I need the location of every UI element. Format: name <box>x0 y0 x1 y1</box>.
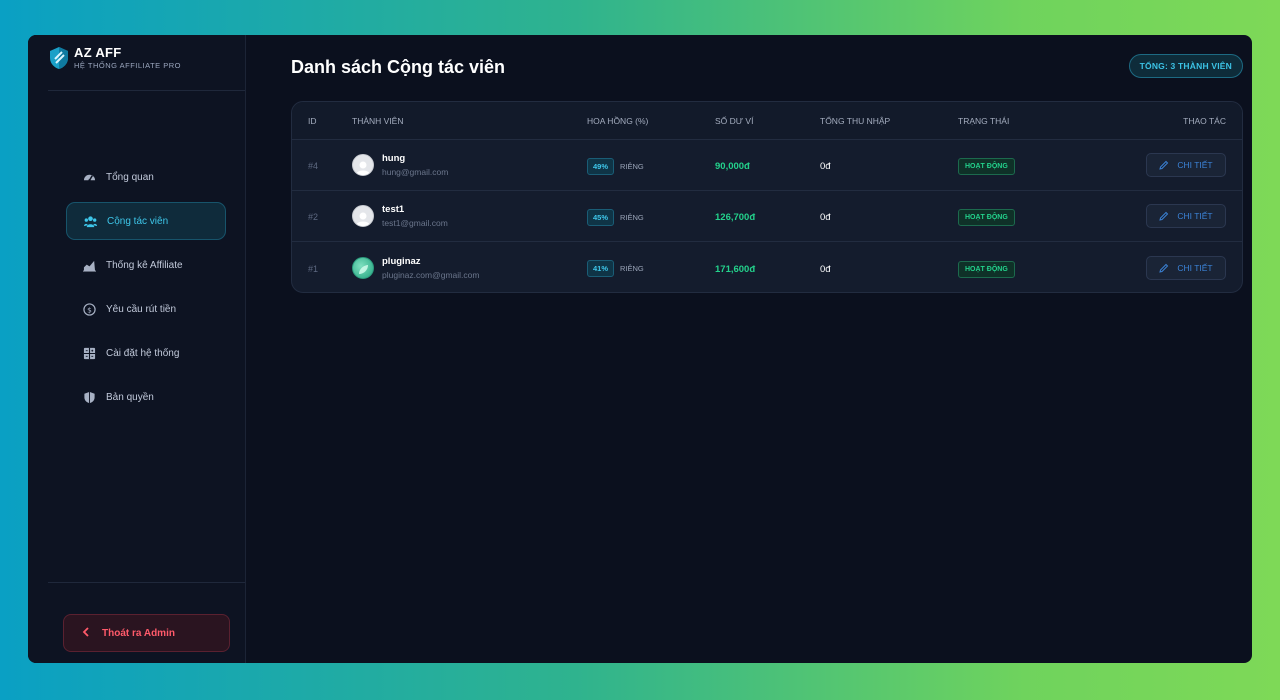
commission-badge: 49% <box>587 157 615 175</box>
sidebar-item-label: Yêu cầu rút tiền <box>106 303 177 315</box>
sidebar-divider <box>48 582 245 583</box>
chart-icon <box>82 258 96 272</box>
main-content: Danh sách Cộng tác viên TỔNG: 3 THÀNH VI… <box>246 35 1252 663</box>
sidebar-item-withdraw[interactable]: $ Yêu cầu rút tiền <box>66 290 226 328</box>
row-id: #4 <box>308 161 319 171</box>
sidebar-item-license[interactable]: Bản quyền <box>66 378 226 416</box>
table-header: ID THÀNH VIÊN HOA HỒNG (%) SỐ DƯ VÍ TỔNG… <box>292 102 1242 140</box>
column-header-member[interactable]: THÀNH VIÊN <box>352 116 587 126</box>
settings-grid-icon <box>82 346 96 360</box>
detail-button[interactable]: CHI TIẾT <box>1146 153 1226 177</box>
chevron-left-icon <box>82 626 90 640</box>
brand-title: AZ AFF <box>74 45 122 60</box>
member-name: hung <box>382 153 406 164</box>
commission-badge: 41% <box>587 260 615 277</box>
sidebar-item-label: Tổng quan <box>106 171 154 183</box>
table-row: #2 test1 test1@gmail.com 45% RIÊNG 126,70… <box>292 191 1242 242</box>
total-members-badge: TỔNG: 3 THÀNH VIÊN <box>1128 54 1243 78</box>
column-header-balance[interactable]: SỐ DƯ VÍ <box>715 116 820 126</box>
status-badge: HOẠT ĐỘNG <box>958 158 1015 175</box>
table-row: #1 pluginaz pluginaz.com@gmail.com 41% RI… <box>292 242 1242 292</box>
member-email: pluginaz.com@gmail.com <box>382 269 480 280</box>
app-window: AZ AFF HỆ THỐNG AFFILIATE PRO Tổng quan … <box>28 35 1252 663</box>
status-badge: HOẠT ĐỘNG <box>958 209 1015 226</box>
member-name: pluginaz <box>382 255 421 267</box>
column-header-id[interactable]: ID <box>292 116 352 126</box>
detail-button[interactable]: CHI TIẾT <box>1146 255 1226 280</box>
sidebar-item-label: Cài đặt hệ thống <box>106 347 180 359</box>
logout-button[interactable]: Thoát ra Admin <box>63 614 230 652</box>
sidebar-item-label: Thống kê Affiliate <box>106 259 183 271</box>
shield-icon <box>82 390 96 404</box>
shield-logo-icon <box>50 47 68 69</box>
wallet-balance: 90,000đ <box>715 161 750 172</box>
sidebar-item-overview[interactable]: Tổng quan <box>66 158 226 196</box>
detail-button[interactable]: CHI TIẾT <box>1146 204 1226 228</box>
pencil-icon <box>1159 263 1169 273</box>
status-badge: HOẠT ĐỘNG <box>958 260 1015 278</box>
logout-label: Thoát ra Admin <box>102 627 175 639</box>
total-income: 0đ <box>820 161 831 172</box>
column-header-income[interactable]: TỔNG THU NHẬP <box>820 116 958 126</box>
member-email: hung@gmail.com <box>382 167 449 177</box>
commission-type: RIÊNG <box>620 212 644 222</box>
sidebar-divider <box>48 90 245 91</box>
sidebar-nav: Tổng quan Cộng tác viên Thống kê Affilia… <box>66 158 226 422</box>
commission-type: RIÊNG <box>620 161 644 171</box>
detail-button-label: CHI TIẾT <box>1177 262 1213 273</box>
sidebar-item-label: Bản quyền <box>106 391 154 403</box>
member-email: test1@gmail.com <box>382 218 448 228</box>
avatar <box>352 256 374 279</box>
svg-text:$: $ <box>87 305 92 314</box>
avatar <box>352 154 374 176</box>
sidebar-item-label: Cộng tác viên <box>107 215 169 227</box>
column-header-status[interactable]: TRẠNG THÁI <box>958 116 1078 126</box>
table-row: #4 hung hung@gmail.com 49% RIÊNG 90,000đ … <box>292 140 1242 191</box>
detail-button-label: CHI TIẾT <box>1177 211 1213 221</box>
row-id: #2 <box>308 212 319 222</box>
column-header-action: THAO TÁC <box>1183 115 1226 126</box>
pencil-icon <box>1159 211 1169 221</box>
users-icon <box>83 214 97 228</box>
dashboard-icon <box>82 170 96 184</box>
sidebar-item-stats[interactable]: Thống kê Affiliate <box>66 246 226 284</box>
sidebar-item-affiliates[interactable]: Cộng tác viên <box>66 202 226 240</box>
detail-button-label: CHI TIẾT <box>1177 160 1213 170</box>
brand[interactable]: AZ AFF HỆ THỐNG AFFILIATE PRO <box>48 46 181 70</box>
sidebar: AZ AFF HỆ THỐNG AFFILIATE PRO Tổng quan … <box>28 35 246 663</box>
pencil-icon <box>1159 160 1169 170</box>
brand-subtitle: HỆ THỐNG AFFILIATE PRO <box>74 61 181 70</box>
row-id: #1 <box>308 263 319 274</box>
wallet-balance: 171,600đ <box>715 263 756 275</box>
column-header-commission[interactable]: HOA HỒNG (%) <box>587 116 715 126</box>
member-name: test1 <box>382 204 405 215</box>
commission-badge: 45% <box>587 208 615 226</box>
dollar-icon: $ <box>82 302 96 316</box>
sidebar-item-settings[interactable]: Cài đặt hệ thống <box>66 334 226 372</box>
total-income: 0đ <box>820 212 831 223</box>
page-title: Danh sách Cộng tác viên <box>291 57 506 77</box>
total-income: 0đ <box>820 263 831 275</box>
wallet-balance: 126,700đ <box>715 212 756 223</box>
commission-type: RIÊNG <box>620 264 644 273</box>
affiliates-table: ID THÀNH VIÊN HOA HỒNG (%) SỐ DƯ VÍ TỔNG… <box>291 101 1243 293</box>
avatar <box>352 205 374 227</box>
